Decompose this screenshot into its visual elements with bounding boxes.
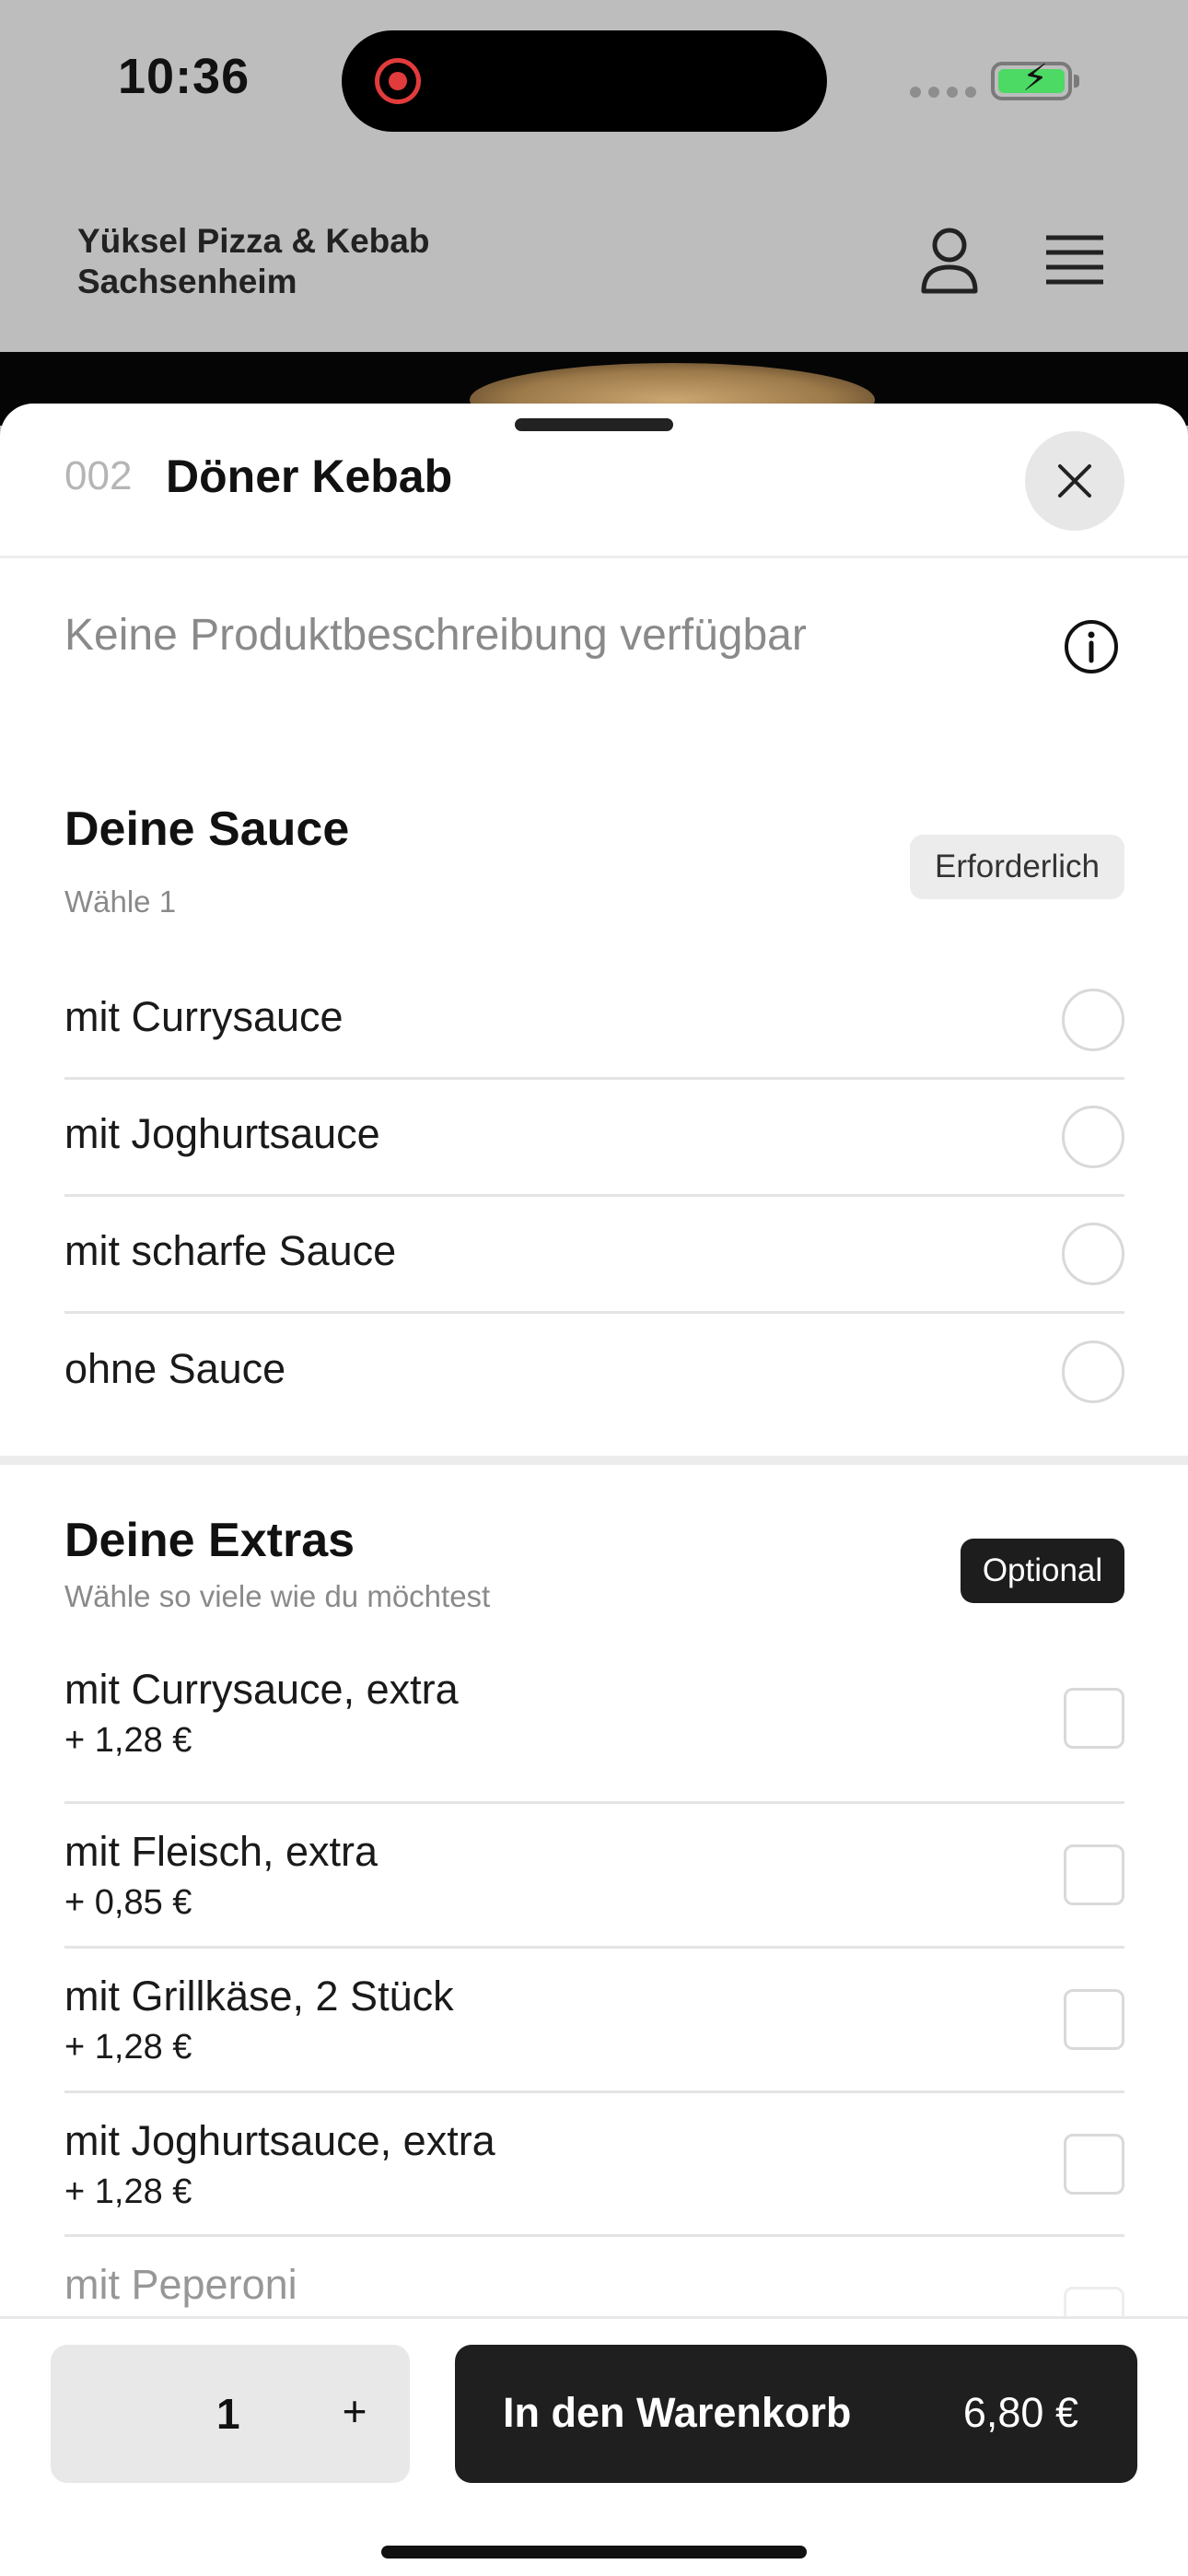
store-name[interactable]: Yüksel Pizza & Kebab Sachsenheim — [77, 221, 429, 302]
sauce-option[interactable]: mit Currysauce — [64, 956, 1124, 1080]
status-time: 10:36 — [118, 49, 250, 104]
extra-option-price: + 1,28 € — [64, 2172, 192, 2211]
add-to-cart-label: In den Warenkorb — [503, 2389, 852, 2436]
radio-button[interactable] — [1062, 989, 1124, 1051]
close-icon — [1058, 464, 1091, 498]
sauce-option-label: mit scharfe Sauce — [64, 1227, 397, 1274]
checkbox[interactable] — [1064, 2134, 1124, 2195]
extras-group-subtitle: Wähle so viele wie du möchtest — [64, 1579, 491, 1613]
extra-option-price: + 0,85 € — [64, 1883, 192, 1922]
quantity-value: 1 — [216, 2390, 240, 2438]
extra-option[interactable]: mit Grillkäse, 2 Stück + 1,28 € — [64, 1949, 1124, 2093]
sheet-grabber[interactable] — [515, 418, 673, 431]
battery-icon: ⚡ — [991, 60, 1079, 100]
extra-option-price: + 1,28 € — [64, 1721, 192, 1760]
checkbox[interactable] — [1064, 1989, 1124, 2050]
recording-icon — [375, 58, 421, 104]
cart-price: 6,80 € — [962, 2389, 1078, 2436]
quantity-stepper[interactable]: 1 + — [51, 2345, 410, 2483]
extra-option-label: mit Joghurtsauce, extra — [64, 2117, 495, 2164]
store-name-line1: Yüksel Pizza & Kebab — [77, 222, 430, 260]
radio-button[interactable] — [1062, 1106, 1124, 1168]
radio-button[interactable] — [1062, 1341, 1124, 1403]
signal-icon — [910, 87, 976, 98]
extra-option[interactable]: mit Fleisch, extra + 0,85 € — [64, 1804, 1124, 1949]
product-sheet: 002 Döner Kebab Keine Produktbeschreibun… — [0, 404, 1188, 2576]
close-button[interactable] — [1025, 431, 1124, 531]
product-title: Döner Kebab — [166, 451, 453, 502]
home-indicator — [381, 2546, 807, 2558]
sauce-option-label: mit Joghurtsauce — [64, 1110, 380, 1157]
optional-badge: Optional — [961, 1539, 1124, 1603]
sauce-option[interactable]: ohne Sauce — [64, 1314, 1124, 1432]
dynamic-island — [342, 30, 827, 132]
sauce-group-subtitle: Wähle 1 — [64, 884, 177, 919]
checkbox[interactable] — [1064, 1844, 1124, 1905]
extra-option-label: mit Grillkäse, 2 Stück — [64, 1973, 454, 2020]
user-icon[interactable] — [919, 227, 980, 295]
sauce-option-label: ohne Sauce — [64, 1345, 286, 1392]
screen: 10:36 ⚡ Yüksel Pizza & Kebab Sachsenheim… — [0, 0, 1188, 2576]
extra-option-price: + 1,28 € — [64, 2028, 192, 2067]
menu-icon[interactable] — [1044, 234, 1105, 286]
extra-option-label: mit Peperoni — [64, 2261, 297, 2308]
section-divider — [0, 1456, 1188, 1465]
product-number: 002 — [64, 453, 133, 498]
sauce-option[interactable]: mit Joghurtsauce — [64, 1080, 1124, 1197]
sauce-option-label: mit Currysauce — [64, 993, 344, 1040]
extra-option[interactable]: mit Joghurtsauce, extra + 1,28 € — [64, 2093, 1124, 2237]
add-to-cart-button[interactable]: In den Warenkorb 6,80 € — [455, 2345, 1137, 2483]
sauce-option[interactable]: mit scharfe Sauce — [64, 1197, 1124, 1314]
extra-option[interactable]: mit Currysauce, extra + 1,28 € — [64, 1638, 1124, 1804]
header-divider — [0, 556, 1188, 558]
checkbox[interactable] — [1064, 1688, 1124, 1749]
radio-button[interactable] — [1062, 1223, 1124, 1285]
extra-option-label: mit Currysauce, extra — [64, 1666, 459, 1713]
increment-button[interactable]: + — [327, 2383, 382, 2439]
sauce-group-title: Deine Sauce — [64, 802, 350, 856]
required-badge: Erforderlich — [910, 835, 1124, 899]
product-description: Keine Produktbeschreibung verfügbar — [64, 611, 807, 660]
extras-group-title: Deine Extras — [64, 1514, 355, 1567]
bottom-action-bar: 1 + In den Warenkorb 6,80 € — [0, 2316, 1188, 2576]
extra-option-label: mit Fleisch, extra — [64, 1828, 379, 1875]
store-name-line2: Sachsenheim — [77, 263, 297, 300]
info-icon[interactable] — [1064, 619, 1119, 674]
